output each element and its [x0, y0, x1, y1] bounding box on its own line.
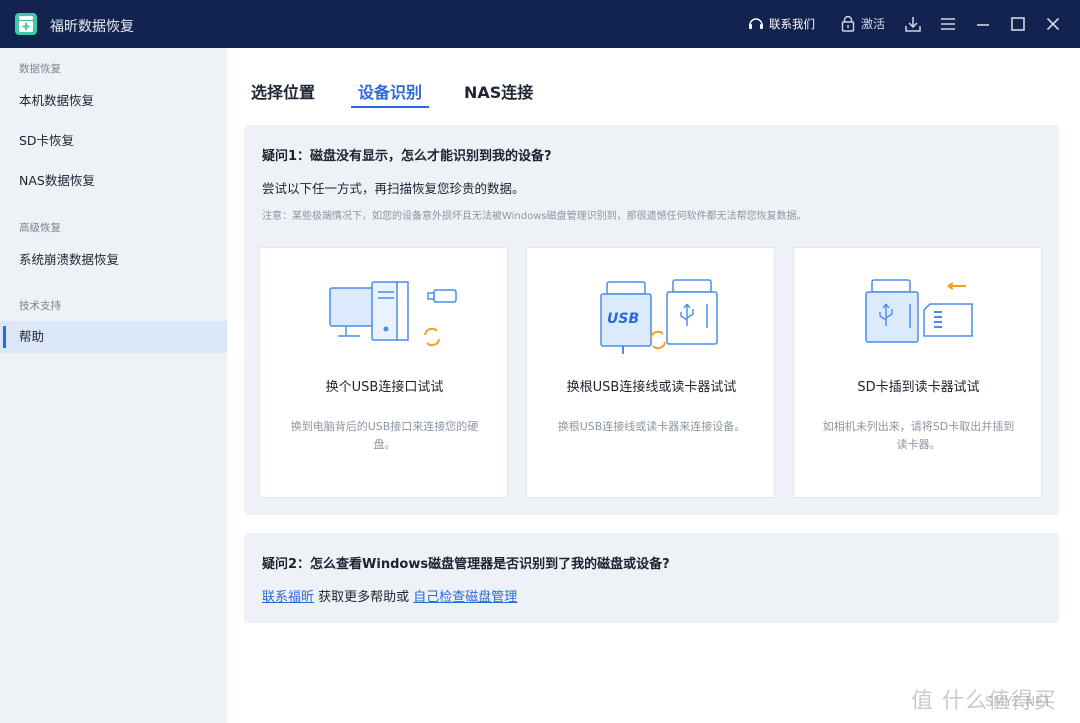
- sidebar-item-system-crash-recovery[interactable]: 系统崩溃数据恢复: [0, 244, 227, 276]
- question2-help-line: 联系福昕 获取更多帮助或 自己检查磁盘管理: [262, 586, 517, 605]
- sidebar-section-support: 技术支持: [19, 300, 61, 312]
- download-icon[interactable]: [904, 15, 922, 33]
- question1-subtitle: 尝试以下任一方式，再扫描恢复您珍贵的数据。: [262, 181, 525, 196]
- card-change-usb-port[interactable]: 换个USB连接口试试 换到电脑背后的USB接口来连接您的硬盘。: [259, 247, 508, 498]
- contact-foxit-link[interactable]: 联系福昕: [262, 590, 314, 605]
- card-description: 换到电脑背后的USB接口来连接您的硬盘。: [290, 420, 479, 451]
- activate-label: 激活: [861, 17, 886, 31]
- sidebar-section-data-recovery: 数据恢复: [19, 63, 61, 75]
- headset-icon: [749, 18, 763, 29]
- question1-panel: 疑问1：磁盘没有显示，怎么才能识别到我的设备? 尝试以下任一方式，再扫描恢复您珍…: [244, 125, 1059, 515]
- card-sd-card-reader[interactable]: SD卡插到读卡器试试 如相机未列出来，请将SD卡取出并插到读卡器。: [793, 247, 1042, 498]
- watermark-sub: SMYZ.NET: [985, 695, 1052, 710]
- activate-button[interactable]: 激活: [841, 15, 885, 32]
- tab-device-recognition[interactable]: 设备识别: [358, 79, 422, 103]
- title-bar: 福昕数据恢复 联系我们 激活: [0, 0, 1080, 48]
- question2-panel: 疑问2：怎么查看Windows磁盘管理器是否识别到了我的磁盘或设备? 联系福昕 …: [244, 533, 1059, 623]
- main-content: 选择位置 设备识别 NAS连接 疑问1：磁盘没有显示，怎么才能识别到我的设备? …: [227, 48, 1076, 719]
- question1-note: 注意：某些极端情况下，如您的设备意外损坏且无法被Windows磁盘管理识别到，那…: [262, 211, 807, 222]
- sidebar-item-nas-recovery[interactable]: NAS数据恢复: [0, 165, 227, 197]
- contact-us-button[interactable]: 联系我们: [748, 16, 815, 32]
- card-change-usb-cable[interactable]: USB 换根USB连接线或读卡器试试 换根USB连接线或读卡器来连接设备。: [526, 247, 775, 498]
- card-description: 换根USB连接线或读卡器来连接设备。: [557, 420, 746, 433]
- contact-us-label: 联系我们: [769, 17, 815, 31]
- sidebar-item-local-recovery[interactable]: 本机数据恢复: [0, 85, 227, 117]
- sd-card-reader-icon: [865, 279, 973, 343]
- sidebar-item-sd-recovery[interactable]: SD卡恢复: [0, 125, 227, 157]
- tab-select-location[interactable]: 选择位置: [251, 79, 315, 103]
- sidebar: 数据恢复 本机数据恢复 SD卡恢复 NAS数据恢复 高级恢复 系统崩溃数据恢复 …: [0, 48, 227, 723]
- app-title: 福昕数据恢复: [50, 19, 134, 35]
- question1-title: 疑问1：磁盘没有显示，怎么才能识别到我的设备?: [262, 149, 552, 164]
- tab-nas-connection[interactable]: NAS连接: [464, 79, 533, 103]
- card-title: 换根USB连接线或读卡器试试: [566, 380, 737, 395]
- usb-cable-icon: USB: [600, 279, 718, 354]
- card-description: 如相机未列出来，请将SD卡取出并插到读卡器。: [822, 420, 1015, 451]
- lock-icon: [841, 15, 855, 32]
- menu-icon[interactable]: [939, 15, 957, 33]
- active-tab-indicator: [351, 106, 429, 108]
- sidebar-section-advanced: 高级恢复: [19, 222, 61, 234]
- card-title: SD卡插到读卡器试试: [857, 380, 980, 395]
- minimize-icon[interactable]: [974, 15, 992, 33]
- check-disk-management-link[interactable]: 自己检查磁盘管理: [413, 590, 517, 605]
- app-logo-icon: [15, 13, 37, 35]
- computer-usb-icon: [329, 281, 457, 347]
- question2-title: 疑问2：怎么查看Windows磁盘管理器是否识别到了我的磁盘或设备?: [262, 557, 670, 572]
- help-text: 获取更多帮助或: [314, 590, 414, 605]
- maximize-icon[interactable]: [1009, 15, 1027, 33]
- svg-text:USB: USB: [607, 311, 639, 327]
- card-title: 换个USB连接口试试: [325, 380, 444, 395]
- close-icon[interactable]: [1044, 15, 1062, 33]
- sidebar-item-help[interactable]: 帮助: [0, 321, 227, 353]
